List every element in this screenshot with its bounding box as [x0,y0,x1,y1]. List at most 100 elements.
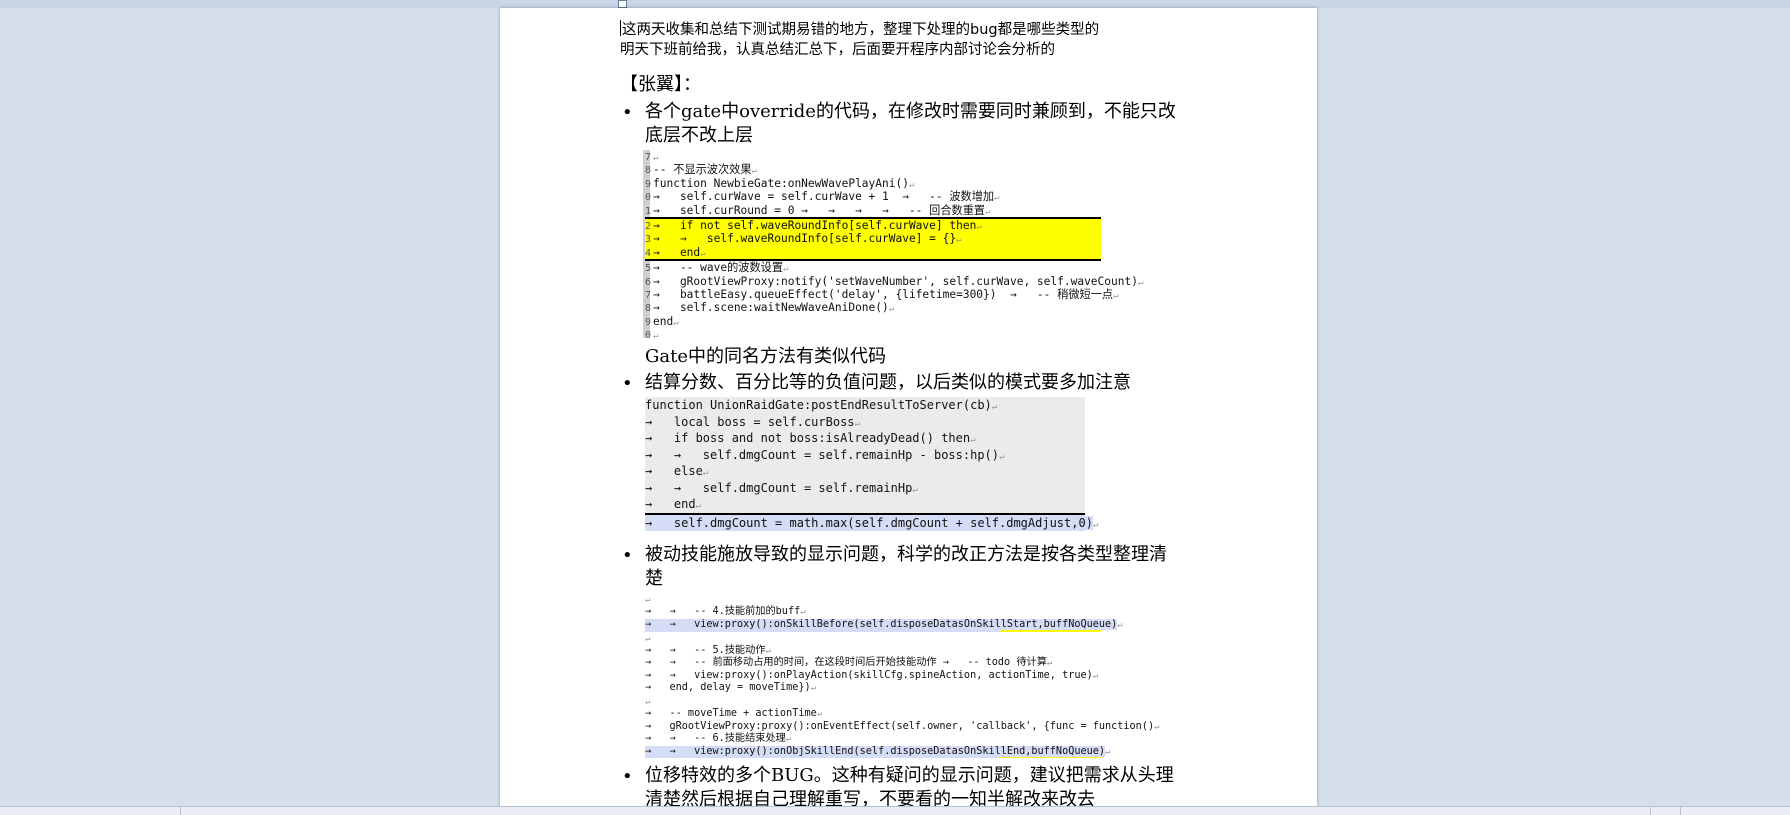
paragraph-mark: ↵ [800,607,806,618]
empty-paragraph: ↵ [645,632,1180,645]
code-line: 4 → end↵ [645,245,1101,262]
line-number: 3 [645,234,652,246]
paragraph-mark: ↵ [1113,290,1119,301]
bullet-item-4: • 位移特效的多个BUG。这种有疑问的显示问题，建议把需求从头理清楚然后根据自己… [620,764,1180,806]
paragraph-mark: ↵ [1046,658,1053,669]
document-body: 这两天收集和总结下测试期易错的地方，整理下处理的bug都是哪些类型的 明天下班前… [620,20,1180,806]
code-line: → -- moveTime + actionTime↵ [645,708,1180,721]
code-text: end [653,314,674,328]
bullet-icon: • [622,373,633,395]
paragraph-mark: ↵ [765,645,771,656]
bullet-icon: • [622,766,633,788]
line-number: 1 [645,205,652,217]
code-text: → → self.dmgCount = self.remainHp - boss… [645,447,1000,462]
code-line: → → -- 4.技能前加的buff↵ [645,606,1180,619]
code-text: → → -- 5.技能动作 [645,644,766,656]
code-text: → → -- 4.技能前加的buff [645,606,801,618]
code-text: function NewbieGate:onNewWavePlayAni() [653,176,909,190]
bullet-text-4: 位移特效的多个BUG。这种有疑问的显示问题，建议把需求从头理清楚然后根据自己理解… [645,765,1174,806]
code-snippet-2: function UnionRaidGate:postEndResultToSe… [645,397,1098,532]
code-text: → gRootViewProxy:notify('setWaveNumber',… [653,274,1138,288]
line-number: 7 [645,289,652,301]
paragraph-mark: ↵ [1092,519,1099,530]
bullet-icon: • [622,545,633,567]
code-line: → end, delay = moveTime})↵ [645,682,1180,695]
text-cursor [620,20,621,36]
paragraph-mark: ↵ [1105,746,1111,757]
code-text: → if not self.waveRoundInfo[self.curWave… [653,218,977,232]
code-line: function UnionRaidGate:postEndResultToSe… [645,397,1085,414]
line-number: 5 [645,263,652,275]
paragraph-mark: ↵ [653,331,659,342]
paragraph-mark: ↵ [1092,670,1099,681]
bullet-text-2: 结算分数、百分比等的负值问题，以后类似的模式要多加注意 [645,372,1131,394]
paragraph-mark: ↵ [700,248,706,259]
code-line: → → -- 5.技能动作↵ [645,645,1180,658]
line-number: 9 [645,316,652,328]
code-line: 6 → gRootViewProxy:notify('setWaveNumber'… [645,275,1180,288]
paragraph-mark: ↵ [645,697,651,708]
code-line: 3 → → self.waveRoundInfo[self.curWave] = … [645,232,1101,246]
indent-marker[interactable] [618,0,627,8]
code-line: 9 function NewbieGate:onNewWavePlayAni()↵ [645,177,1180,190]
paragraph-mark: ↵ [1117,620,1123,631]
intro-line-1: 这两天收集和总结下测试期易错的地方，整理下处理的bug都是哪些类型的 [620,20,1180,40]
code-line: 1 → self.curRound = 0 → → → → -- 回合数重置↵ [645,204,1180,217]
paragraph-mark: ↵ [645,595,651,606]
code-line: 9 end↵ [645,315,1180,328]
code-line: 2 → if not self.waveRoundInfo[self.curWav… [645,216,1101,233]
code-line: → else↵ [645,463,1085,480]
section-heading: 【张翼】： [620,74,701,95]
paragraph-mark: ↵ [956,235,962,246]
paragraph-mark: ↵ [1154,721,1160,732]
bullet-item-3: • 被动技能施放导致的显示问题，科学的改正方法是按各类型整理清楚 [620,543,1180,591]
line-number: 0 [645,192,652,204]
code-line: 0 ↵ [645,328,1180,341]
code-line: → local boss = self.curBoss↵ [645,414,1085,431]
paragraph-mark: ↵ [999,451,1005,462]
intro-line-2: 明天下班前给我，认真总结汇总下，后面要开程序内部讨论会分析的 [620,42,1055,58]
paragraph-mark: ↵ [785,734,792,745]
empty-paragraph: ↵ [645,593,1180,606]
code-line: → → view:proxy():onPlayAction(skillCfg.s… [645,670,1180,683]
paragraph-mark: ↵ [888,304,895,315]
code-text: → → view:proxy():onSkillBefore(self.disp… [645,619,1118,631]
code-text: → → view:proxy():onPlayAction(skillCfg.s… [645,669,1093,681]
code-line: → → -- 前面移动占用的时间，在这段时间后开始技能动作 → -- todo … [645,657,1180,670]
line-number: 8 [645,303,652,315]
line-number: 2 [645,220,652,232]
code-snippet-1: 7 ↵ 8 -- 不显示波次效果↵ 9 function NewbieGate:onNew… [643,150,1180,341]
paragraph-mark: ↵ [816,709,823,720]
code-text: → self.scene:waitNewWaveAniDone() [653,301,889,315]
bullet-item-2: • 结算分数、百分比等的负值问题，以后类似的模式要多加注意 [620,371,1180,395]
line-number: 6 [645,276,652,288]
paragraph-mark: ↵ [908,179,915,190]
code-line: → end↵ [645,496,1085,513]
code-text: → local boss = self.curBoss [645,414,855,429]
code-text: → if boss and not boss:isAlreadyDead() t… [645,431,971,446]
line-number: 7 [645,152,652,163]
code-snippet-3: ↵ → → -- 4.技能前加的buff↵ → → view:proxy():onS… [645,593,1180,759]
code-line: 0 → self.curWave = self.curWave + 1 → -- … [645,190,1180,203]
line-number: 9 [645,178,652,190]
code-line: 7 ↵ [645,150,1180,163]
bullet-1-note: Gate中的同名方法有类似代码 [645,346,886,368]
code-line: → if boss and not boss:isAlreadyDead() t… [645,430,1085,447]
code-line: → → view:proxy():onObjSkillEnd(self.disp… [645,745,1110,759]
code-text: → gRootViewProxy:proxy():onEventEffect(s… [645,720,1155,732]
paragraph-mark: ↵ [994,193,1000,204]
paragraph-mark: ↵ [991,402,998,413]
bullet-icon: • [622,102,633,123]
code-text: -- 不显示波次效果 [653,163,752,177]
code-line: → → self.dmgCount = self.remainHp↵ [645,480,1085,497]
code-text: → -- moveTime + actionTime [645,708,817,720]
paragraph-mark: ↵ [912,484,918,495]
code-line: → → self.dmgCount = self.remainHp - boss… [645,447,1085,464]
paragraph-mark: ↵ [702,468,709,479]
code-text: → → -- 6.技能结束处理 [645,733,786,745]
bullet-text-1: 各个gate中override的代码，在修改时需要同时兼顾到，不能只改底层不改上… [645,101,1176,146]
paragraph-mark: ↵ [783,264,789,275]
paragraph-mark: ↵ [976,221,982,232]
paragraph-mark: ↵ [854,418,860,429]
paragraph-mark: ↵ [673,317,679,328]
